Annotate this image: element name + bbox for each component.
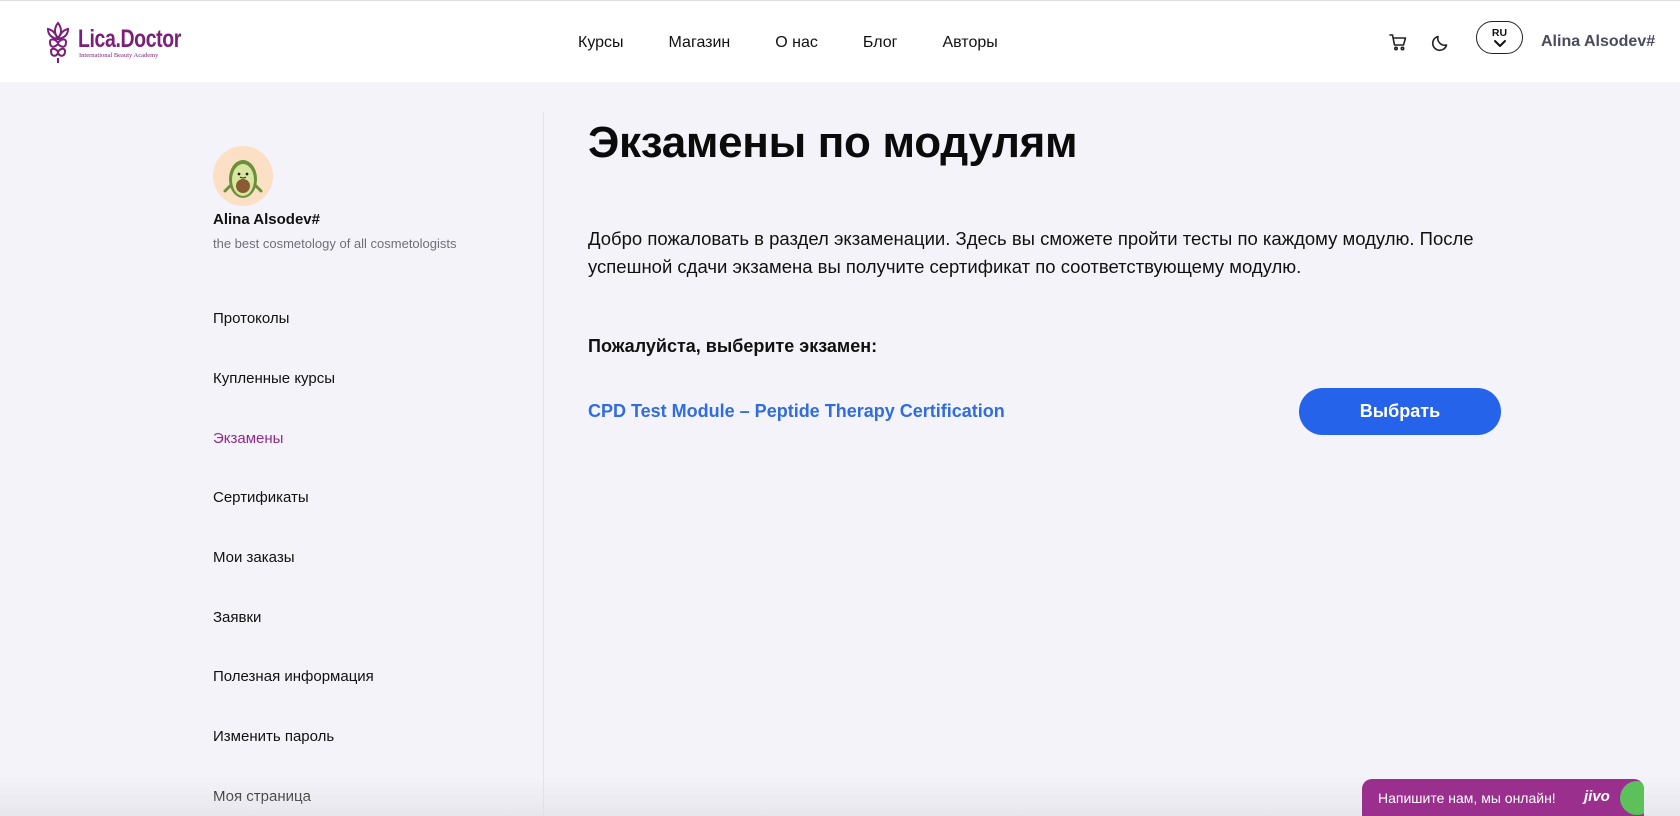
- sidebar-item-applications[interactable]: Заявки: [213, 609, 261, 626]
- sidebar-divider: [543, 112, 544, 816]
- cart-button[interactable]: [1387, 31, 1409, 53]
- nav-item-about[interactable]: О нас: [775, 33, 818, 53]
- theme-toggle-button[interactable]: [1430, 31, 1452, 53]
- avocado-avatar-icon: [223, 160, 263, 198]
- chat-widget-text: Напишите нам, мы онлайн!: [1378, 789, 1556, 806]
- nav-item-blog[interactable]: Блог: [863, 33, 898, 53]
- sidebar-item-protocols[interactable]: Протоколы: [213, 310, 289, 327]
- profile-name: Alina Alsodev#: [213, 211, 320, 228]
- exam-link[interactable]: CPD Test Module – Peptide Therapy Certif…: [588, 401, 1005, 422]
- nav-item-courses[interactable]: Курсы: [578, 33, 624, 53]
- sidebar-item-my-orders[interactable]: Мои заказы: [213, 549, 295, 566]
- intro-text: Добро пожаловать в раздел экзаменации. З…: [588, 228, 1474, 277]
- select-exam-button[interactable]: Выбрать: [1299, 388, 1501, 435]
- logo-title: Lica.Doctor: [78, 24, 181, 53]
- avatar: [213, 146, 273, 206]
- language-label: RU: [1491, 27, 1508, 39]
- chat-brand-logo: jivo: [1584, 788, 1610, 805]
- nav-item-authors[interactable]: Авторы: [942, 33, 997, 53]
- chat-status-icon: [1620, 781, 1644, 815]
- cart-icon: [1389, 34, 1407, 51]
- choose-exam-label: Пожалуйста, выберите экзамен:: [588, 336, 878, 356]
- chevron-down-icon: [1493, 40, 1506, 47]
- sidebar-item-useful-info[interactable]: Полезная информация: [213, 668, 374, 685]
- sidebar-item-exams[interactable]: Экзамены: [213, 430, 283, 447]
- sidebar-item-change-password[interactable]: Изменить пароль: [213, 728, 334, 745]
- header-user-name[interactable]: Alina Alsodev#: [1541, 33, 1655, 51]
- profile-sidebar: [0, 82, 543, 816]
- sidebar-item-certificates[interactable]: Сертификаты: [213, 489, 309, 506]
- site-logo[interactable]: Lica.Doctor International Beauty Academy: [42, 19, 210, 65]
- logo-tagline: International Beauty Academy: [79, 51, 159, 59]
- sidebar-item-my-page[interactable]: Моя страница: [213, 788, 311, 805]
- language-selector[interactable]: RU: [1476, 21, 1523, 54]
- main-nav: Курсы Магазин О нас Блог Авторы: [578, 33, 1043, 53]
- sidebar-item-purchased-courses[interactable]: Купленные курсы: [213, 370, 335, 387]
- page-title: Экзамены по модулям: [588, 118, 1078, 167]
- moon-icon: [1431, 35, 1448, 52]
- chat-widget[interactable]: Напишите нам, мы онлайн! jivo: [1362, 779, 1644, 816]
- nav-item-shop[interactable]: Магазин: [669, 33, 731, 53]
- profile-subtitle: the best cosmetology of all cosmetologis…: [213, 236, 457, 251]
- top-bar: Lica.Doctor International Beauty Academy…: [0, 0, 1680, 82]
- lotus-logo-icon: [46, 21, 70, 63]
